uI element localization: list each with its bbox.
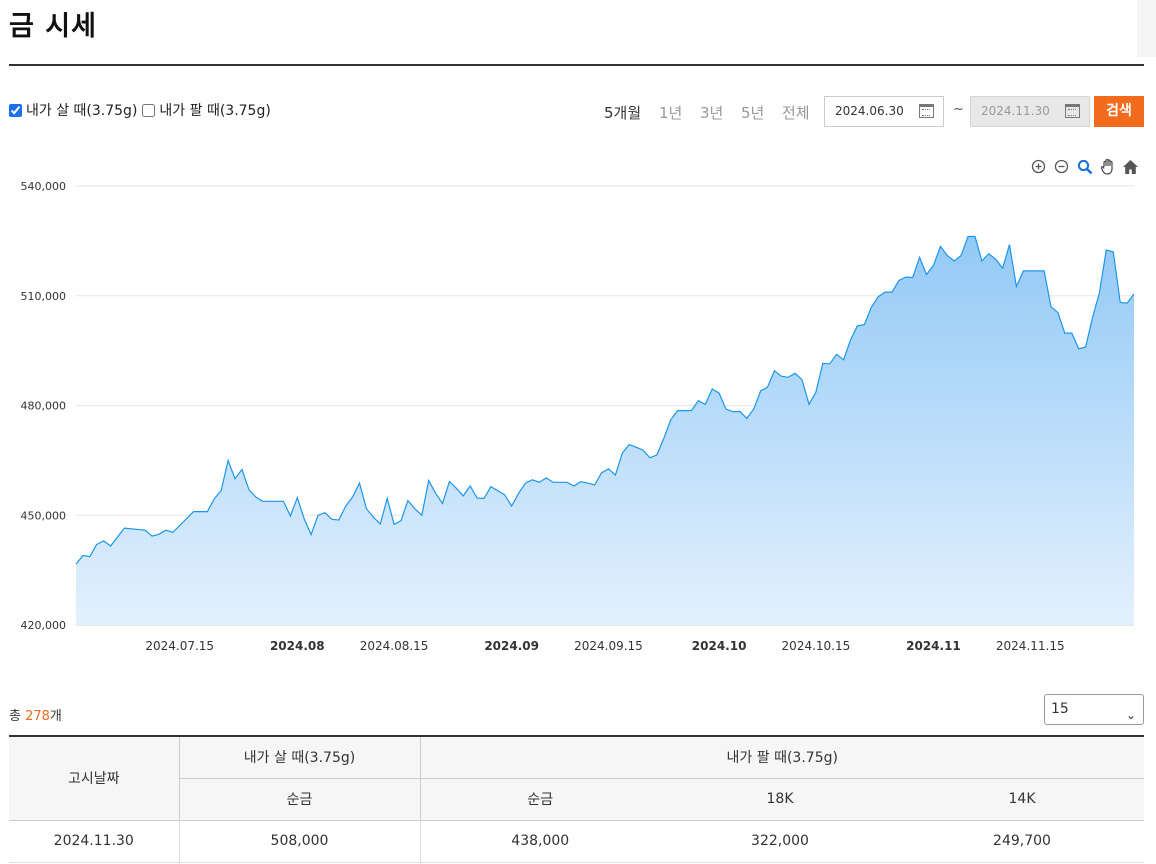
- total-count-suffix: 개: [49, 709, 62, 724]
- cell-sell-pure: 438,000: [419, 820, 660, 863]
- y-tick-label: 450,000: [21, 509, 67, 522]
- col-sell-14k: 14K: [900, 778, 1144, 821]
- y-tick-label: 480,000: [21, 400, 67, 413]
- range-separator: ~: [953, 102, 964, 117]
- col-buy-header: 내가 살 때(3.75g): [178, 735, 420, 779]
- cell-sell-18k: 322,000: [660, 820, 900, 863]
- x-tick-label: 2024.08: [270, 639, 325, 653]
- price-chart-svg: 540,000 510,000 480,000 450,000 420,000 2024.…: [21, 180, 1135, 653]
- end-date-value: 2024.11.30: [981, 104, 1050, 118]
- y-tick-label: 510,000: [21, 290, 67, 303]
- calendar-icon[interactable]: [919, 104, 934, 118]
- x-tick-label: 2024.09.15: [574, 639, 643, 653]
- x-tick-label: 2024.07.15: [145, 639, 214, 653]
- period-1-year[interactable]: 1년: [659, 102, 682, 123]
- x-tick-label: 2024.09: [484, 639, 539, 653]
- series-area: [76, 236, 1134, 625]
- chevron-down-icon: ⌄: [1125, 708, 1136, 722]
- col-sell-header: 내가 팔 때(3.75g): [419, 735, 1144, 779]
- price-chart: 540,000 510,000 480,000 450,000 420,000 2024.…: [0, 150, 1156, 670]
- x-tick-label: 2024.11.15: [996, 639, 1065, 653]
- col-sell-pure: 순금: [419, 778, 660, 821]
- series-filter: 내가 살 때(3.75g) 내가 팔 때(3.75g): [9, 100, 276, 120]
- cell-sell-14k: 249,700: [900, 820, 1144, 863]
- col-date-header: 고시날짜: [9, 735, 179, 821]
- search-button[interactable]: 검색: [1094, 96, 1144, 127]
- x-tick-label: 2024.11: [906, 639, 961, 653]
- x-tick-label: 2024.10.15: [782, 639, 851, 653]
- cell-buy-pure: 508,000: [178, 820, 420, 863]
- page-size-select[interactable]: 15 ⌄: [1044, 694, 1144, 725]
- calendar-icon: [1065, 104, 1080, 118]
- price-table: 고시날짜 내가 살 때(3.75g) 내가 팔 때(3.75g) 순금 순금 1…: [9, 735, 1144, 863]
- sell-checkbox-text: 내가 팔 때(3.75g): [159, 103, 271, 119]
- col-buy-pure: 순금: [178, 778, 420, 821]
- page-size-value: 15: [1051, 701, 1069, 717]
- buy-checkbox[interactable]: [9, 103, 22, 117]
- x-tick-label: 2024.10: [692, 639, 747, 653]
- total-count-number: 278: [25, 709, 50, 724]
- period-5-months[interactable]: 5개월: [604, 102, 641, 123]
- y-tick-label: 420,000: [21, 619, 67, 632]
- end-date-field: 2024.11.30: [970, 96, 1090, 127]
- cell-date: 2024.11.30: [9, 820, 179, 863]
- table-row: 2024.11.30 508,000 438,000 322,000 249,7…: [9, 820, 1144, 863]
- period-5-years[interactable]: 5년: [741, 102, 764, 123]
- total-count: 총 278개: [9, 705, 62, 724]
- period-3-years[interactable]: 3년: [700, 102, 723, 123]
- title-divider: [9, 64, 1144, 66]
- x-tick-label: 2024.08.15: [360, 639, 429, 653]
- buy-checkbox-label[interactable]: 내가 살 때(3.75g): [9, 100, 137, 120]
- sell-checkbox[interactable]: [142, 103, 156, 117]
- period-all[interactable]: 전체: [782, 102, 810, 123]
- total-count-prefix: 총: [9, 709, 26, 724]
- col-sell-18k: 18K: [660, 778, 900, 821]
- buy-checkbox-text: 내가 살 때(3.75g): [26, 103, 138, 119]
- y-tick-label: 540,000: [21, 180, 67, 193]
- scrollbar-stub[interactable]: [1137, 0, 1156, 57]
- start-date-value: 2024.06.30: [835, 104, 904, 118]
- sell-checkbox-label[interactable]: 내가 팔 때(3.75g): [142, 100, 271, 120]
- start-date-field[interactable]: 2024.06.30: [824, 96, 944, 127]
- page-title: 금 시세: [9, 11, 97, 42]
